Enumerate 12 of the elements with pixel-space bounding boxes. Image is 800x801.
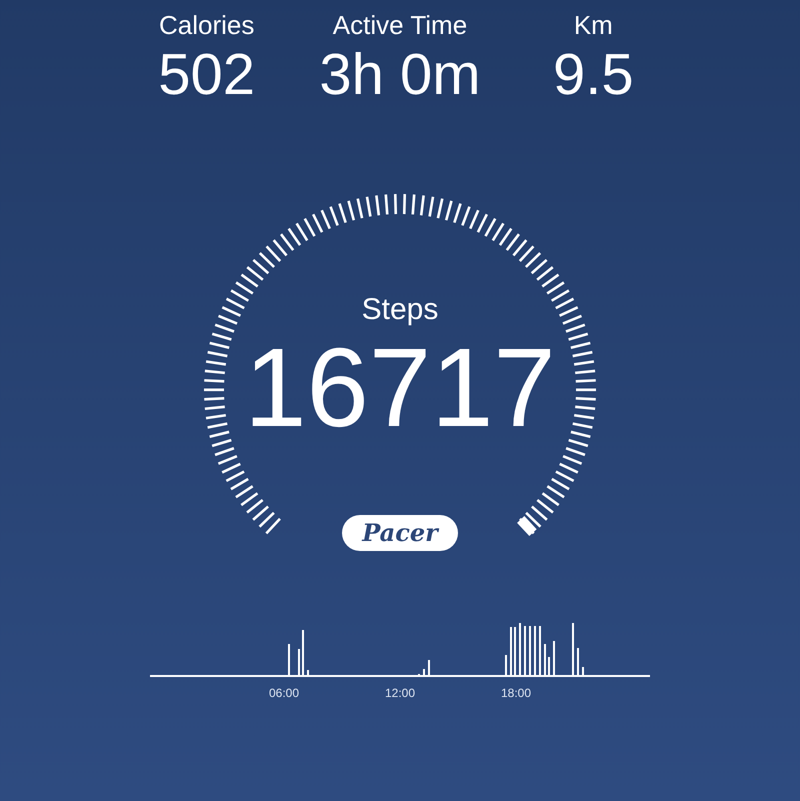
step-count: 16717 [244, 332, 556, 444]
stat-label: Active Time [332, 9, 468, 42]
brand-logo: Pacer [342, 515, 458, 551]
stat-label: Km [574, 9, 613, 42]
gauge-label: Steps [362, 292, 438, 328]
stat-label: Calories [158, 9, 254, 42]
time-label: 06:00 [268, 685, 300, 702]
time-label: 18:00 [500, 685, 532, 702]
time-label: 12:00 [384, 685, 416, 702]
stat-value: 502 [158, 42, 256, 108]
stat-value: 3h 0m [319, 42, 481, 108]
stat-value: 9.5 [553, 42, 634, 108]
